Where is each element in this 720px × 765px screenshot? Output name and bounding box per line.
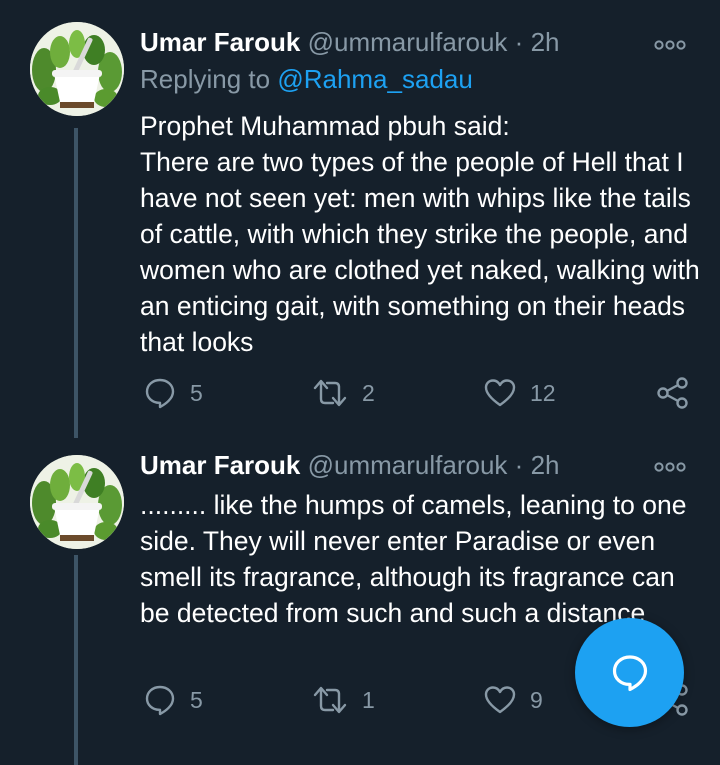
compose-reply-icon bbox=[612, 654, 647, 691]
replying-to-label: Replying to bbox=[140, 64, 271, 94]
author-handle[interactable]: @ummarulfarouk bbox=[308, 27, 508, 57]
heart-icon bbox=[484, 686, 516, 714]
reply-count: 5 bbox=[190, 379, 203, 406]
tweet-text-line: Prophet Muhammad pbuh said: bbox=[140, 111, 510, 141]
author-name[interactable]: Umar Farouk bbox=[140, 450, 300, 480]
thread-line bbox=[74, 555, 78, 765]
like-count: 12 bbox=[530, 379, 556, 406]
like-button[interactable]: 9 bbox=[484, 683, 543, 717]
avatar[interactable] bbox=[30, 455, 124, 549]
author-name[interactable]: Umar Farouk bbox=[140, 27, 300, 57]
replying-to: Replying to @Rahma_sadau bbox=[140, 64, 473, 95]
like-count: 9 bbox=[530, 686, 543, 713]
author-handle[interactable]: @ummarulfarouk bbox=[308, 450, 508, 480]
more-options-icon[interactable] bbox=[654, 37, 686, 50]
share-button[interactable] bbox=[656, 376, 690, 410]
thread-line bbox=[74, 128, 78, 438]
separator-dot: · bbox=[514, 27, 524, 57]
retweet-count: 1 bbox=[362, 686, 375, 713]
tweet-text-line: ......... like the humps of camels, lean… bbox=[140, 490, 687, 628]
reply-button[interactable]: 5 bbox=[144, 376, 203, 410]
retweet-count: 2 bbox=[362, 379, 375, 406]
heart-icon bbox=[484, 379, 516, 407]
retweet-button[interactable]: 1 bbox=[312, 683, 375, 717]
herbs-mortar-avatar-icon bbox=[30, 22, 124, 116]
reply-count: 5 bbox=[190, 686, 203, 713]
reply-icon bbox=[145, 685, 175, 716]
timestamp[interactable]: 2h bbox=[531, 450, 560, 480]
retweet-icon bbox=[313, 379, 347, 407]
reply-button[interactable]: 5 bbox=[144, 683, 203, 717]
tweet-text-line: There are two types of the people of Hel… bbox=[140, 147, 700, 357]
timestamp[interactable]: 2h bbox=[531, 27, 560, 57]
tweet-body: Prophet Muhammad pbuh said: There are tw… bbox=[140, 108, 700, 360]
tweet-header: Umar Farouk @ummarulfarouk · 2h bbox=[140, 450, 559, 481]
compose-reply-button[interactable] bbox=[575, 618, 684, 727]
tweet-1[interactable]: Umar Farouk @ummarulfarouk · 2h Replying… bbox=[0, 0, 720, 450]
more-options-icon[interactable] bbox=[654, 459, 686, 472]
tweet-actions: 5 2 12 bbox=[140, 376, 700, 410]
avatar[interactable] bbox=[30, 22, 124, 116]
tweet-body: ......... like the humps of camels, lean… bbox=[140, 487, 700, 631]
retweet-icon bbox=[313, 686, 347, 714]
reply-mention-link[interactable]: @Rahma_sadau bbox=[277, 64, 473, 94]
tweet-header: Umar Farouk @ummarulfarouk · 2h bbox=[140, 27, 559, 58]
like-button[interactable]: 12 bbox=[484, 376, 556, 410]
retweet-button[interactable]: 2 bbox=[312, 376, 375, 410]
separator-dot: · bbox=[514, 450, 524, 480]
herbs-mortar-avatar-icon bbox=[30, 455, 124, 549]
share-icon bbox=[657, 377, 688, 409]
reply-icon bbox=[145, 378, 175, 409]
